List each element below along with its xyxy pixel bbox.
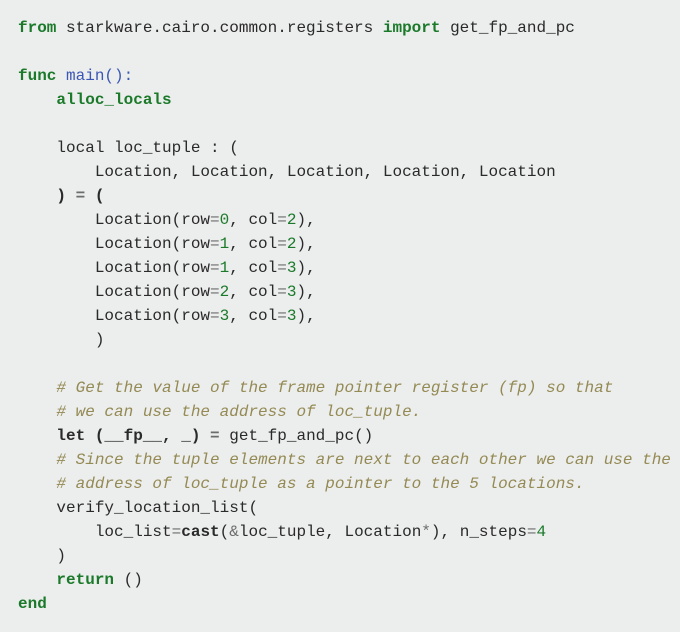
- code-line: Location(row: [18, 283, 210, 301]
- code-line: , col: [229, 283, 277, 301]
- code-line: (): [114, 571, 143, 589]
- num: 1: [220, 235, 230, 253]
- code-line: verify_location_list(: [18, 499, 258, 517]
- op-eq: =: [277, 259, 287, 277]
- code-line: ): [18, 547, 66, 565]
- code-line: local loc_tuple : (: [18, 139, 239, 157]
- import-path: starkware.cairo.common.registers: [56, 19, 382, 37]
- code-line: loc_list: [18, 523, 172, 541]
- code-line: Location(row: [18, 211, 210, 229]
- op-eq: =: [210, 427, 220, 445]
- code-line: (__fp__, _): [85, 427, 210, 445]
- code-line: loc_tuple, Location: [239, 523, 421, 541]
- code-block: from starkware.cairo.common.registers im…: [0, 0, 680, 632]
- code-line: ),: [296, 235, 315, 253]
- num: 0: [220, 211, 230, 229]
- code-line: get_fp_and_pc(): [220, 427, 374, 445]
- op-eq: =: [277, 235, 287, 253]
- code-line: ),: [296, 283, 315, 301]
- op-eq: =: [277, 283, 287, 301]
- code-line: (: [85, 187, 104, 205]
- code-line: Location, Location, Location, Location, …: [18, 163, 556, 181]
- keyword-end: end: [18, 595, 47, 613]
- op-eq: =: [210, 235, 220, 253]
- comment: # Get the value of the frame pointer reg…: [18, 379, 613, 397]
- keyword-cast: cast: [181, 523, 219, 541]
- num: 3: [220, 307, 230, 325]
- num: 2: [220, 283, 230, 301]
- op-amp: &: [229, 523, 239, 541]
- code-line: ),: [296, 211, 315, 229]
- keyword-import: import: [383, 19, 441, 37]
- code-line: , col: [229, 259, 277, 277]
- code-line: ), n_steps: [431, 523, 527, 541]
- op-eq: =: [210, 307, 220, 325]
- op-eq: =: [277, 211, 287, 229]
- op-eq: =: [277, 307, 287, 325]
- code-line: ): [18, 331, 104, 349]
- import-name: get_fp_and_pc: [440, 19, 574, 37]
- op-eq: =: [172, 523, 182, 541]
- code-line: ),: [296, 259, 315, 277]
- num: 1: [220, 259, 230, 277]
- op-eq: =: [76, 187, 86, 205]
- code-line: , col: [229, 211, 277, 229]
- code-line: , col: [229, 235, 277, 253]
- num: 4: [537, 523, 547, 541]
- op-eq: =: [527, 523, 537, 541]
- code-line: (: [220, 523, 230, 541]
- code-line: ): [18, 187, 76, 205]
- func-name: main():: [56, 67, 133, 85]
- keyword-let: let: [56, 427, 85, 445]
- code-line: Location(row: [18, 307, 210, 325]
- keyword-from: from: [18, 19, 56, 37]
- code-line: ),: [296, 307, 315, 325]
- comment: # address of loc_tuple as a pointer to t…: [18, 475, 585, 493]
- keyword-alloc-locals: alloc_locals: [56, 91, 171, 109]
- comment: # we can use the address of loc_tuple.: [18, 403, 421, 421]
- keyword-func: func: [18, 67, 56, 85]
- op-star: *: [421, 523, 431, 541]
- code-line: Location(row: [18, 259, 210, 277]
- keyword-return: return: [56, 571, 114, 589]
- comment: # Since the tuple elements are next to e…: [18, 451, 671, 469]
- code-line: , col: [229, 307, 277, 325]
- op-eq: =: [210, 283, 220, 301]
- op-eq: =: [210, 259, 220, 277]
- code-line: Location(row: [18, 235, 210, 253]
- op-eq: =: [210, 211, 220, 229]
